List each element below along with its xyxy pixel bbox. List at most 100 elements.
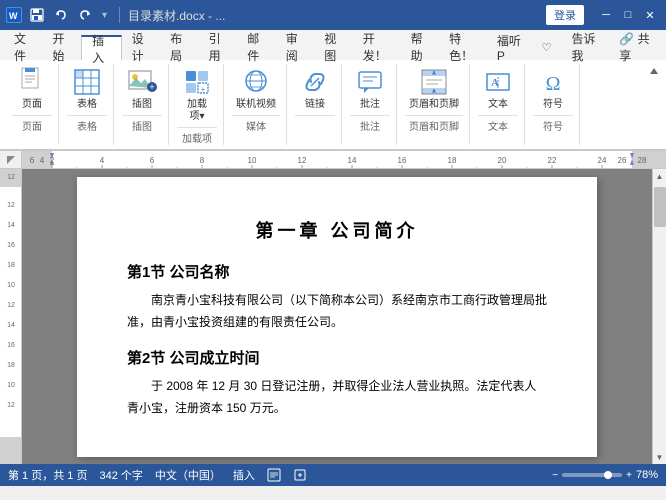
picture-icon: +: [126, 66, 158, 98]
tab-share[interactable]: 🔗 共享: [609, 34, 662, 60]
table-icon: [71, 66, 103, 98]
ribbon-collapse[interactable]: [648, 64, 660, 145]
zoom-track[interactable]: [562, 473, 622, 477]
ribbon-btn-picture[interactable]: + 插图: [122, 64, 162, 113]
tab-file[interactable]: 文件: [4, 34, 43, 60]
tab-help[interactable]: 帮助: [401, 34, 440, 60]
ribbon-btn-symbol[interactable]: Ω 符号: [533, 64, 573, 113]
page-icon: [16, 66, 48, 98]
tab-view[interactable]: 视图: [314, 34, 353, 60]
addin-icon: +: [181, 66, 213, 98]
tab-design[interactable]: 设计: [122, 34, 161, 60]
pages-items: 页面: [12, 64, 52, 113]
tab-layout[interactable]: 布局: [160, 34, 199, 60]
ribbon-btn-textbox[interactable]: A 文本: [478, 64, 518, 113]
svg-text:+: +: [149, 82, 154, 92]
svg-text:12: 12: [7, 402, 15, 409]
tab-tellme[interactable]: 告诉我: [562, 34, 610, 60]
chapter-title: 第一章 公司简介: [127, 217, 547, 243]
undo-icon[interactable]: [50, 6, 72, 24]
svg-text:14: 14: [7, 322, 15, 329]
zoom-in-icon[interactable]: +: [626, 470, 632, 481]
tab-special[interactable]: 特色！: [439, 34, 487, 60]
svg-text:12: 12: [7, 202, 15, 209]
tables-group-label: 表格: [67, 115, 107, 133]
svg-text:28: 28: [638, 156, 647, 165]
headerfooter-items: A A 页眉和页脚: [405, 64, 463, 113]
maximize-button[interactable]: □: [618, 5, 638, 25]
section-2-title: 第2节 公司成立时间: [127, 347, 547, 368]
svg-text:W: W: [9, 11, 18, 21]
tab-develop[interactable]: 开发！: [353, 34, 401, 60]
horizontal-ruler: 6 4 2 4 6 8 10 12 14 16 18 20 22 24 26: [22, 151, 666, 169]
section-1-content: 南京青小宝科技有限公司（以下简称本公司）系经南京市工商行政管理局批准，由青小宝投…: [127, 290, 547, 333]
headerfooter-icon: A A: [418, 66, 450, 98]
close-button[interactable]: ✕: [640, 5, 660, 25]
title-bar-left: W: [6, 6, 225, 24]
svg-text:10: 10: [7, 282, 15, 289]
ribbon-group-tables: 表格 表格: [61, 64, 114, 145]
svg-text:Ω: Ω: [546, 73, 561, 95]
minimize-button[interactable]: ─: [596, 5, 616, 25]
svg-text:4: 4: [40, 156, 45, 165]
login-button[interactable]: 登录: [546, 5, 584, 25]
zoom-bar[interactable]: − + 78%: [552, 469, 658, 481]
tab-fusp[interactable]: 福听P: [487, 34, 532, 60]
tab-references[interactable]: 引用: [199, 34, 238, 60]
scroll-down-button[interactable]: ▼: [653, 450, 666, 464]
ribbon-btn-comment[interactable]: 批注: [350, 64, 390, 113]
tab-insert[interactable]: 插入: [81, 35, 122, 61]
ribbon-btn-table[interactable]: 表格: [67, 64, 107, 113]
ribbon-btn-addin[interactable]: + 加载项▾: [177, 64, 217, 125]
ribbon-btn-page[interactable]: 页面: [12, 64, 52, 113]
zoom-thumb[interactable]: [604, 471, 612, 479]
ribbon-btn-link[interactable]: 链接: [295, 64, 335, 113]
svg-text:12: 12: [7, 302, 15, 309]
ribbon-group-comments: 批注 批注: [344, 64, 397, 145]
tab-start[interactable]: 开始: [43, 34, 82, 60]
media-group-label: 媒体: [232, 115, 280, 133]
svg-text:20: 20: [498, 156, 507, 165]
svg-text:24: 24: [598, 156, 607, 165]
vertical-scrollbar[interactable]: ▲ ▼: [652, 169, 666, 464]
tab-mail[interactable]: 邮件: [237, 34, 276, 60]
ribbon-insert-content: 页面 页面: [0, 60, 666, 150]
ruler-area: 6 4 2 4 6 8 10 12 14 16 18 20 22 24 26: [0, 151, 666, 169]
quick-access-more[interactable]: ▾: [98, 6, 111, 24]
scroll-thumb[interactable]: [654, 187, 666, 227]
status-right: − + 78%: [552, 469, 658, 481]
ribbon-group-links: 链接: [289, 64, 342, 145]
svg-text:10: 10: [248, 156, 257, 165]
ribbon-group-pages: 页面 页面: [6, 64, 59, 145]
ribbon-group-symbols: Ω 符号 符号: [527, 64, 580, 145]
svg-text:16: 16: [7, 342, 15, 349]
svg-text:18: 18: [7, 262, 15, 269]
comments-items: 批注: [350, 64, 390, 113]
svg-text:12: 12: [7, 174, 15, 181]
redo-icon[interactable]: [74, 6, 96, 24]
comments-group-label: 批注: [350, 115, 390, 133]
document-area: 12 12 14 16 18 10 12 14 16 18 10 12 第一章 …: [0, 169, 666, 464]
tab-review[interactable]: 审阅: [276, 34, 315, 60]
comment-label: 批注: [360, 99, 380, 111]
svg-text:2: 2: [50, 156, 55, 165]
text-group-label: 文本: [478, 115, 518, 133]
links-group-label: [295, 115, 335, 118]
ribbon-btn-headerfooter[interactable]: A A 页眉和页脚: [405, 64, 463, 113]
svg-text:16: 16: [398, 156, 407, 165]
svg-text:A: A: [432, 71, 436, 77]
tab-light[interactable]: ♡: [532, 34, 562, 60]
table-label: 表格: [77, 99, 97, 111]
quick-access-toolbar: ▾: [26, 6, 111, 24]
zoom-out-icon[interactable]: −: [552, 470, 558, 481]
svg-text:4: 4: [100, 156, 105, 165]
page-label: 页面: [22, 99, 42, 111]
addin-label: 加载项▾: [187, 99, 207, 123]
status-icon-2: [293, 468, 307, 482]
save-icon[interactable]: [26, 6, 48, 24]
document-scroll-area[interactable]: 第一章 公司简介 第1节 公司名称 南京青小宝科技有限公司（以下简称本公司）系经…: [22, 169, 652, 464]
textbox-label: 文本: [488, 99, 508, 111]
ribbon-btn-video[interactable]: 联机视频: [232, 64, 280, 113]
scroll-up-button[interactable]: ▲: [653, 169, 666, 183]
word-app-icon: W: [6, 7, 22, 23]
